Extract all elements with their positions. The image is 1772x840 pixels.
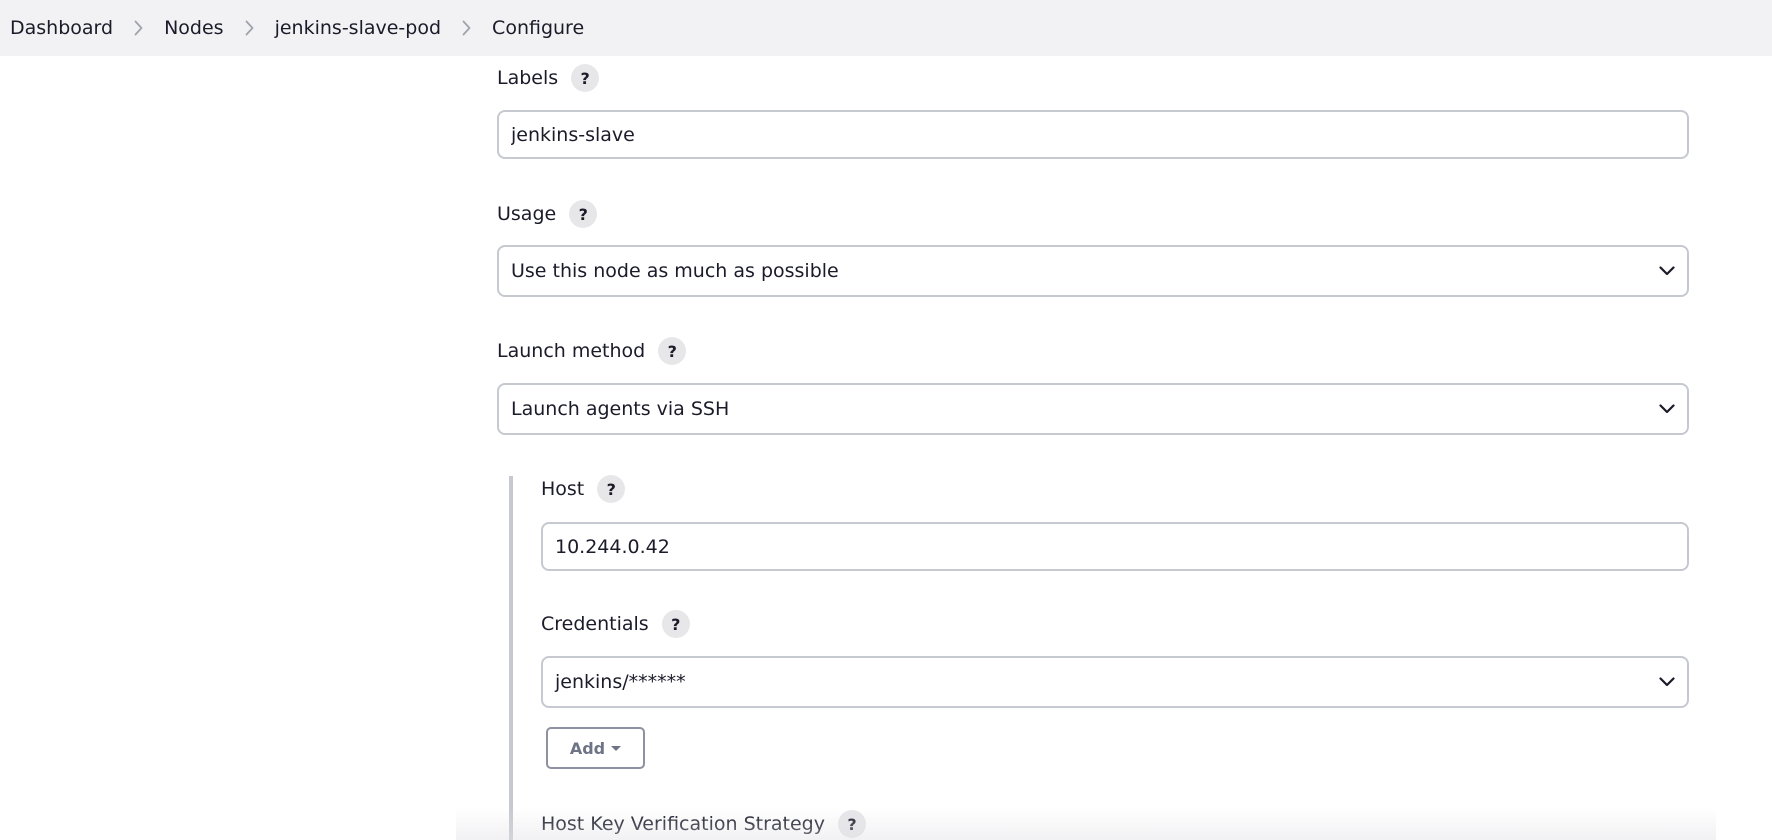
- credentials-selected-value: jenkins/******: [555, 671, 686, 693]
- launch-method-select[interactable]: Launch agents via SSH: [497, 383, 1689, 435]
- host-key-strategy-help-icon[interactable]: ?: [838, 810, 866, 838]
- add-button-label: Add: [569, 738, 606, 758]
- launch-method-label-text: Launch method: [497, 340, 646, 362]
- labels-label-text: Labels: [497, 67, 559, 89]
- host-help-icon[interactable]: ?: [597, 475, 626, 503]
- usage-help-icon[interactable]: ?: [569, 200, 598, 228]
- add-credentials-button[interactable]: Add: [546, 727, 645, 769]
- breadcrumb-node[interactable]: jenkins-slave-pod: [275, 17, 441, 39]
- launch-method-field-label: Launch method ?: [497, 337, 687, 365]
- chevron-down-icon: [1659, 266, 1675, 276]
- chevron-right-icon: [462, 20, 471, 36]
- host-key-strategy-field-label: Host Key Verification Strategy ?: [541, 810, 866, 838]
- launch-method-help-icon[interactable]: ?: [658, 337, 687, 365]
- credentials-field-label: Credentials ?: [541, 610, 690, 638]
- breadcrumb-configure[interactable]: Configure: [492, 17, 584, 39]
- credentials-label-text: Credentials: [541, 613, 649, 635]
- chevron-down-icon: [1659, 404, 1675, 414]
- credentials-select[interactable]: jenkins/******: [541, 656, 1689, 708]
- usage-field-label: Usage ?: [497, 200, 598, 228]
- host-field-label: Host ?: [541, 475, 626, 503]
- usage-label-text: Usage: [497, 203, 557, 225]
- breadcrumb: Dashboard Nodes jenkins-slave-pod Config…: [0, 0, 1772, 56]
- chevron-right-icon: [245, 20, 254, 36]
- labels-help-icon[interactable]: ?: [571, 64, 600, 92]
- labels-input[interactable]: [497, 110, 1689, 159]
- credentials-help-icon[interactable]: ?: [661, 610, 690, 638]
- nested-section-bar: [509, 476, 513, 840]
- labels-field-label: Labels ?: [497, 64, 600, 92]
- caret-down-icon: [611, 745, 622, 751]
- launch-method-selected-value: Launch agents via SSH: [511, 398, 730, 420]
- chevron-down-icon: [1659, 677, 1675, 687]
- usage-select[interactable]: Use this node as much as possible: [497, 245, 1689, 297]
- breadcrumb-nodes[interactable]: Nodes: [164, 17, 224, 39]
- host-label-text: Host: [541, 478, 585, 500]
- host-key-strategy-label-text: Host Key Verification Strategy: [541, 813, 825, 835]
- host-input[interactable]: [541, 522, 1689, 571]
- usage-selected-value: Use this node as much as possible: [511, 260, 839, 282]
- chevron-right-icon: [134, 20, 143, 36]
- breadcrumb-dashboard[interactable]: Dashboard: [10, 17, 113, 39]
